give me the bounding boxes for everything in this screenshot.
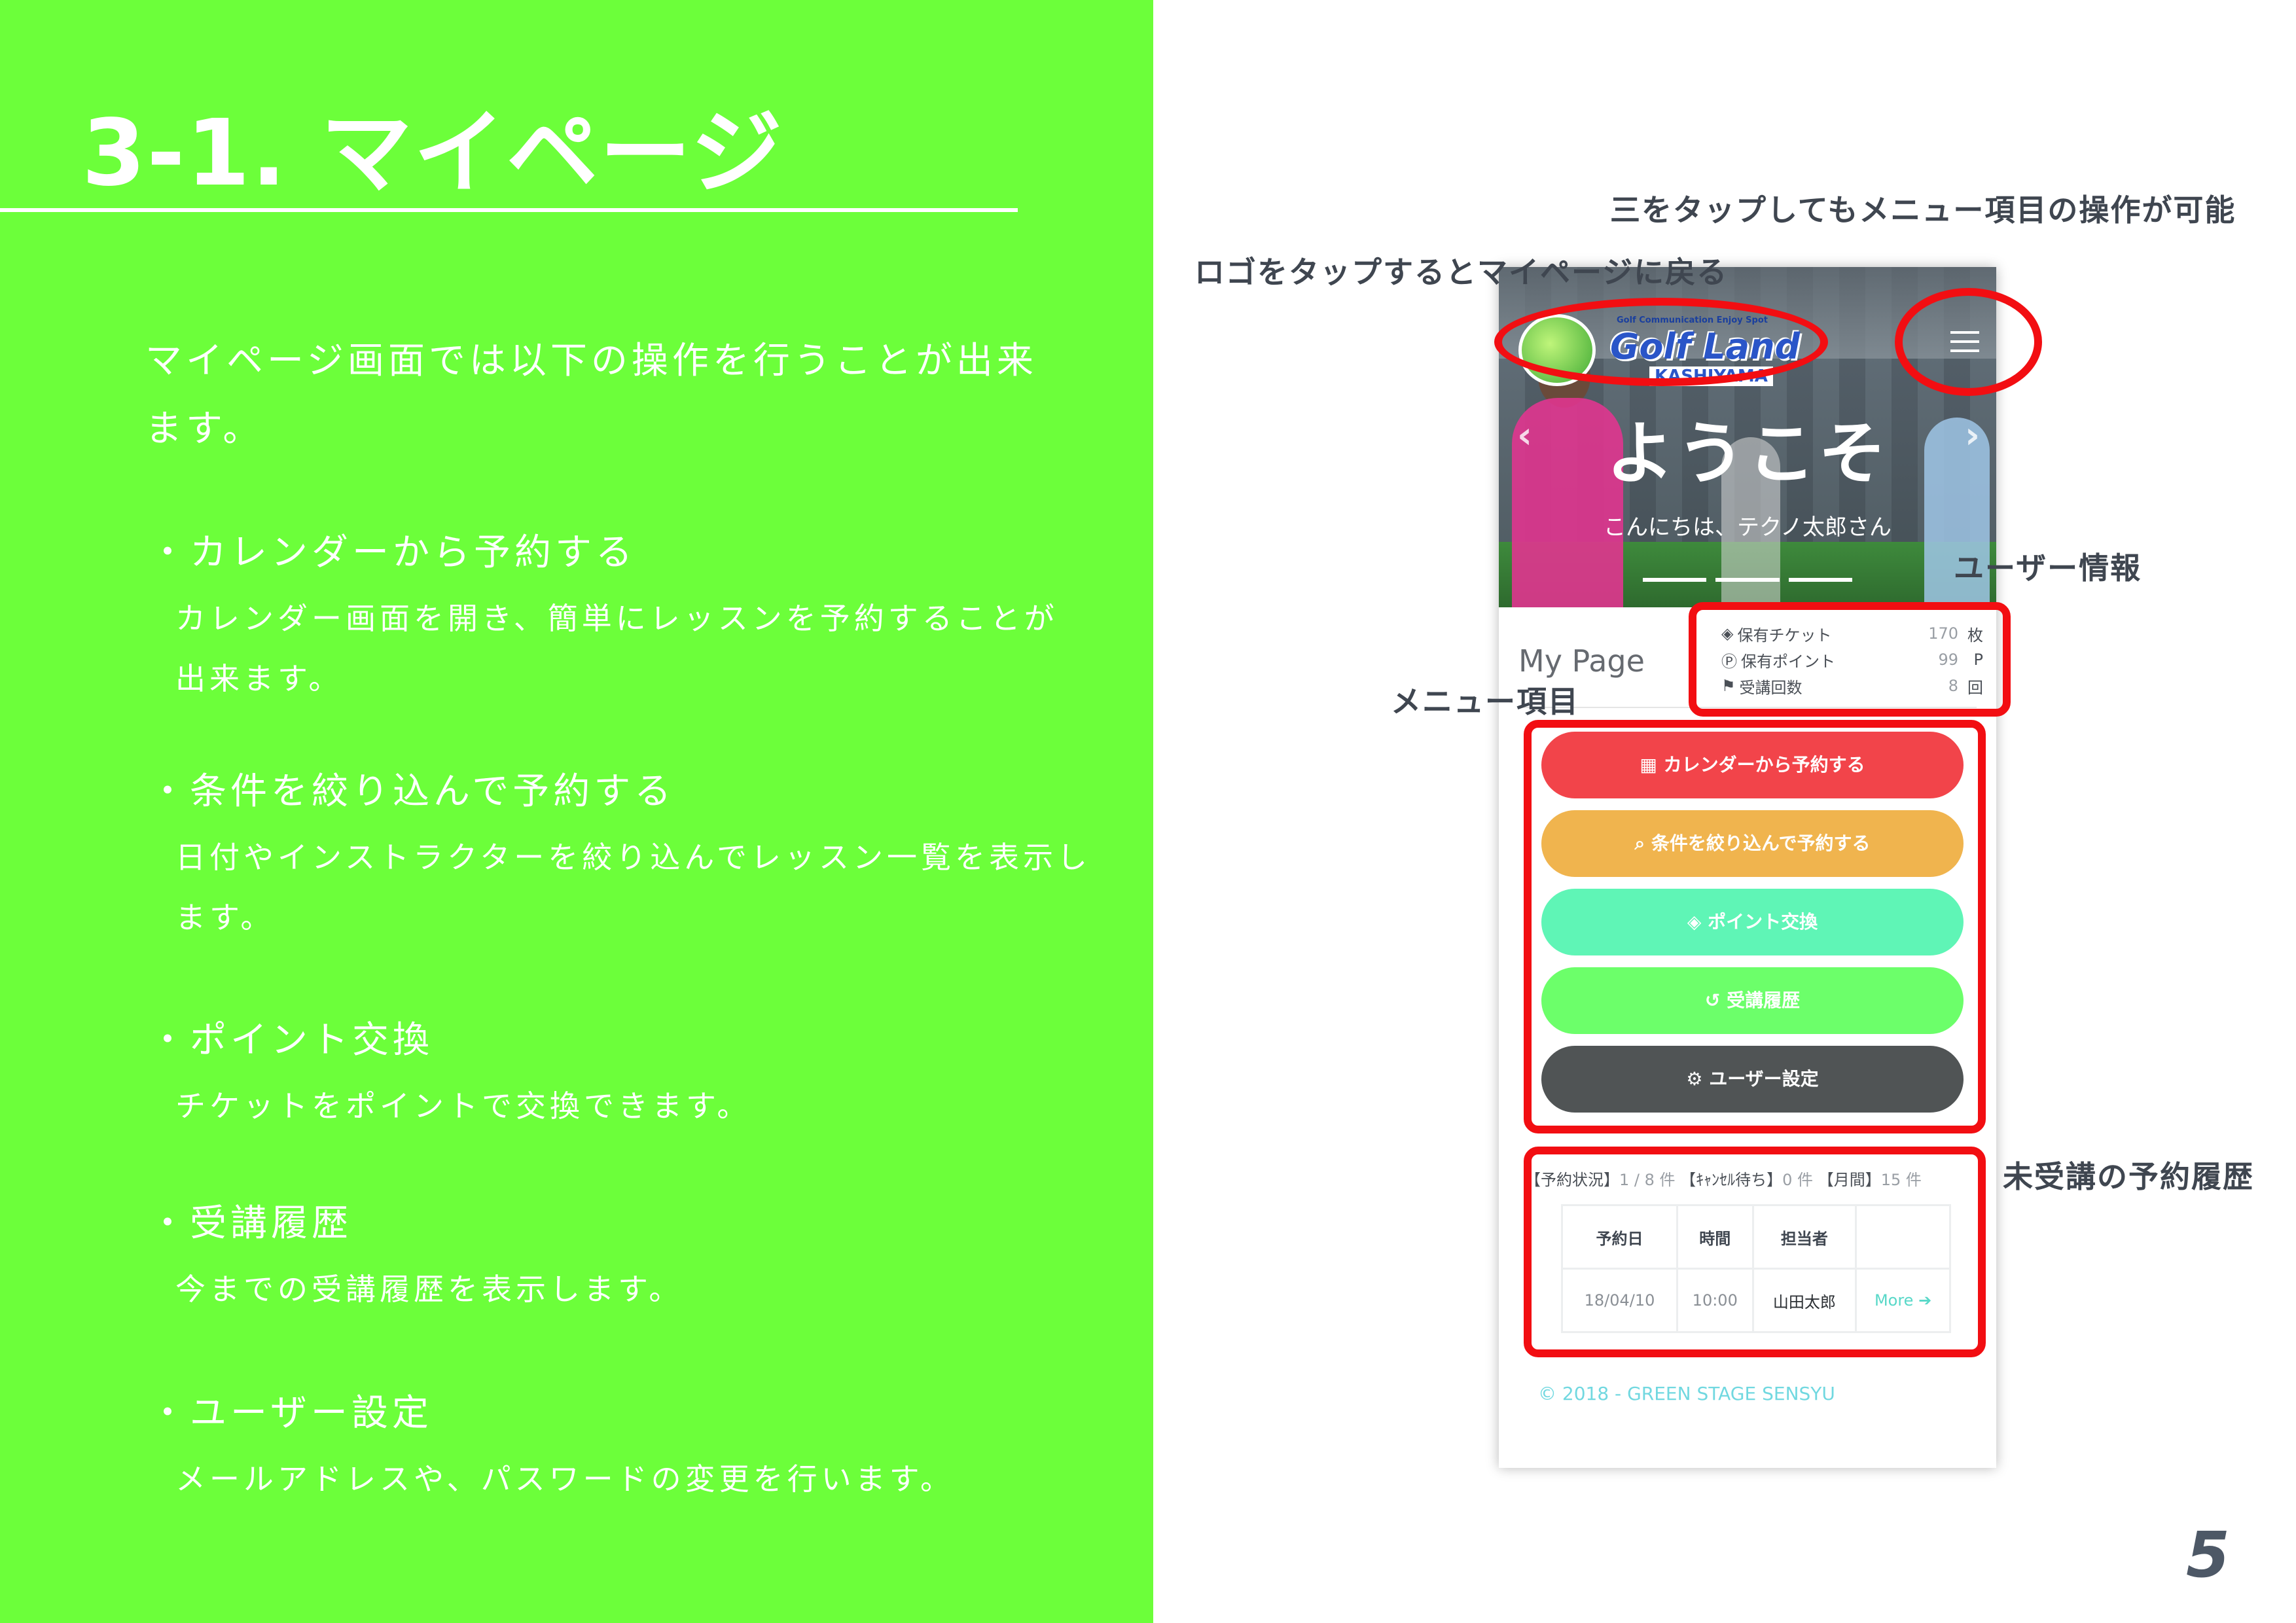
feature-desc: 今までの受講履歴を表示します。 [175, 1272, 683, 1307]
slide-title: 3-1. マイページ [82, 100, 784, 207]
highlight-menu-items [1524, 720, 1986, 1133]
annotation-menu-items: メニュー項目 [1391, 684, 1579, 719]
highlight-logo [1494, 298, 1828, 386]
intro-text: マイページ画面では以下の操作を行うことが出来ます。 [145, 340, 1037, 450]
footer-copyright: © 2018 - GREEN STAGE SENSYU [1538, 1383, 1835, 1404]
highlight-user-info [1689, 602, 2011, 717]
feature-title: ・ポイント交換 [149, 1019, 433, 1061]
carousel-indicator[interactable] [1788, 578, 1852, 582]
feature-desc: カレンダー画面を開き、簡単にレッスンを予約することが出来ます。 [175, 601, 1058, 696]
feature-calendar: ・カレンダーから予約する カレンダー画面を開き、簡単にレッスンを予約することが出… [149, 527, 1092, 709]
feature-desc: チケットをポイントで交換できます。 [175, 1088, 751, 1124]
annotation-logo: ロゴをタップするとマイページに戻る [1194, 255, 1729, 290]
feature-desc: メールアドレスや、パスワードの変更を行います。 [175, 1461, 955, 1497]
highlight-pending-history [1524, 1147, 1986, 1357]
left-panel: 3-1. マイページ マイページ画面では以下の操作を行うことが出来ます。 ・カレ… [0, 0, 1153, 1623]
welcome-heading: ようこそ [1605, 414, 1889, 493]
feature-title: ・ユーザー設定 [149, 1392, 433, 1435]
greeting-text: こんにちは、テクノ太郎さん [1604, 514, 1892, 541]
feature-title: ・条件を絞り込んで予約する [149, 770, 675, 813]
page-number: 5 [2186, 1518, 2230, 1592]
feature-title: ・受講履歴 [149, 1202, 352, 1245]
feature-points: ・ポイント交換 チケットをポイントで交換できます。 [149, 1014, 1092, 1136]
highlight-hamburger [1895, 288, 2042, 396]
carousel-indicator[interactable] [1643, 578, 1707, 582]
annotation-user-info: ユーザー情報 [1954, 550, 2142, 586]
feature-desc: 日付やインストラクターを絞り込んでレッスン一覧を表示します。 [175, 840, 1091, 935]
annotation-hamburger: 三をタップしてもメニュー項目の操作が可能 [1610, 192, 2236, 228]
title-divider [0, 208, 1018, 212]
feature-title: ・カレンダーから予約する [149, 531, 636, 574]
carousel-indicators[interactable] [1643, 578, 1852, 583]
annotation-pending-history: 未受講の予約履歴 [2003, 1159, 2254, 1194]
feature-settings: ・ユーザー設定 メールアドレスや、パスワードの変更を行います。 [149, 1387, 1092, 1509]
feature-history: ・受講履歴 今までの受講履歴を表示します。 [149, 1198, 1092, 1319]
feature-filter: ・条件を絞り込んで予約する 日付やインストラクターを絞り込んでレッスン一覧を表示… [149, 766, 1092, 948]
carousel-indicator[interactable] [1715, 578, 1780, 582]
page-title: My Page [1518, 643, 1645, 679]
